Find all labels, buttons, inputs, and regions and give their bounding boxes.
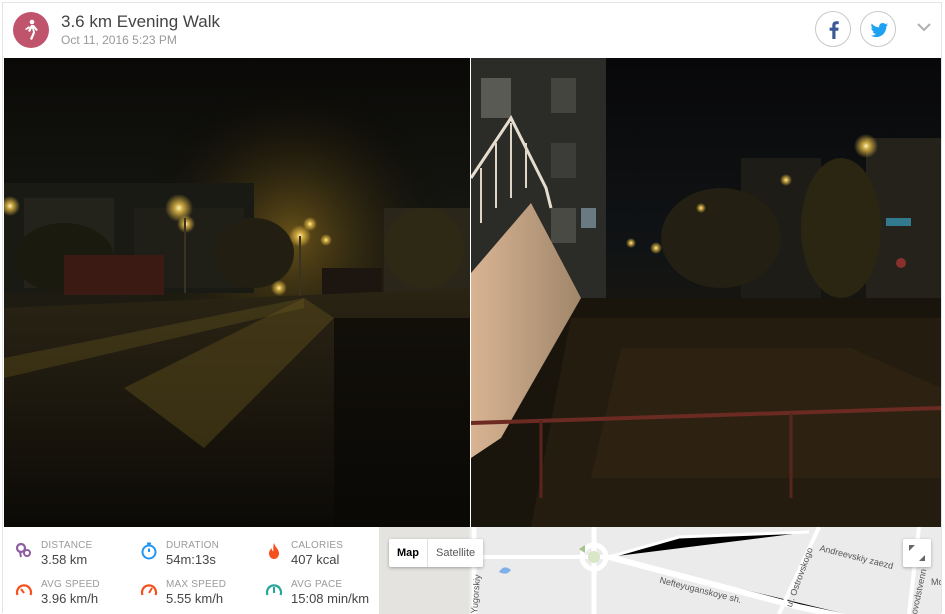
stat-calories: CALORIES 407 kcal xyxy=(265,540,385,574)
activity-stats: DISTANCE 3.58 km DURATION 54m:13s CALORI… xyxy=(3,527,379,613)
map-type-map-button[interactable]: Map xyxy=(389,539,428,567)
route-pins-icon xyxy=(15,542,31,558)
facebook-share-button[interactable] xyxy=(815,11,851,47)
stat-distance: DISTANCE 3.58 km xyxy=(15,540,135,574)
facebook-icon xyxy=(829,21,839,39)
stat-duration-value: 54m:13s xyxy=(166,552,216,567)
stat-max-speed: MAX SPEED 5.55 km/h xyxy=(140,579,260,613)
map-fullscreen-button[interactable] xyxy=(903,539,931,567)
chevron-down-icon[interactable] xyxy=(915,21,933,33)
walking-person-icon xyxy=(13,12,49,48)
stat-avg-pace-value: 15:08 min/km xyxy=(291,591,370,606)
twitter-icon xyxy=(870,23,888,38)
stat-avg-speed-value: 3.96 km/h xyxy=(41,591,99,606)
stopwatch-icon xyxy=(141,542,157,560)
stat-avg-speed: AVG SPEED 3.96 km/h xyxy=(15,579,135,613)
flame-icon xyxy=(269,543,279,559)
stat-duration-label: DURATION xyxy=(166,540,220,551)
stat-max-speed-label: MAX SPEED xyxy=(166,579,227,590)
pace-gauge-icon xyxy=(265,584,283,596)
photo-night-building[interactable] xyxy=(471,58,941,527)
stat-max-speed-value: 5.55 km/h xyxy=(166,591,224,606)
activity-date: Oct 11, 2016 5:23 PM xyxy=(61,33,177,47)
speedometer-icon xyxy=(15,584,33,596)
stat-avg-pace-label: AVG PACE xyxy=(291,579,343,590)
activity-card: 3.6 km Evening Walk Oct 11, 2016 5:23 PM xyxy=(2,2,942,614)
stat-avg-pace: AVG PACE 15:08 min/km xyxy=(265,579,385,613)
speedometer-max-icon xyxy=(140,584,158,596)
map-type-satellite-button[interactable]: Satellite xyxy=(428,539,483,567)
stat-calories-value: 407 kcal xyxy=(291,552,340,567)
stat-avg-speed-label: AVG SPEED xyxy=(41,579,100,590)
stat-distance-value: 3.58 km xyxy=(41,552,88,567)
stat-calories-label: CALORIES xyxy=(291,540,344,551)
map-street-label: Mo xyxy=(931,577,941,587)
activity-title: 3.6 km Evening Walk xyxy=(61,12,221,31)
fullscreen-icon xyxy=(909,545,925,561)
activity-header: 3.6 km Evening Walk Oct 11, 2016 5:23 PM xyxy=(3,3,941,58)
map-type-toggle: Map Satellite xyxy=(389,539,484,567)
twitter-share-button[interactable] xyxy=(860,11,896,47)
route-map[interactable]: Nefteyuganskoye sh. Andreevskiy zaezd ul… xyxy=(379,527,941,614)
stat-distance-label: DISTANCE xyxy=(41,540,93,551)
photo-night-street[interactable] xyxy=(4,58,470,527)
stat-duration: DURATION 54m:13s xyxy=(140,540,260,574)
activity-photos xyxy=(4,58,941,527)
